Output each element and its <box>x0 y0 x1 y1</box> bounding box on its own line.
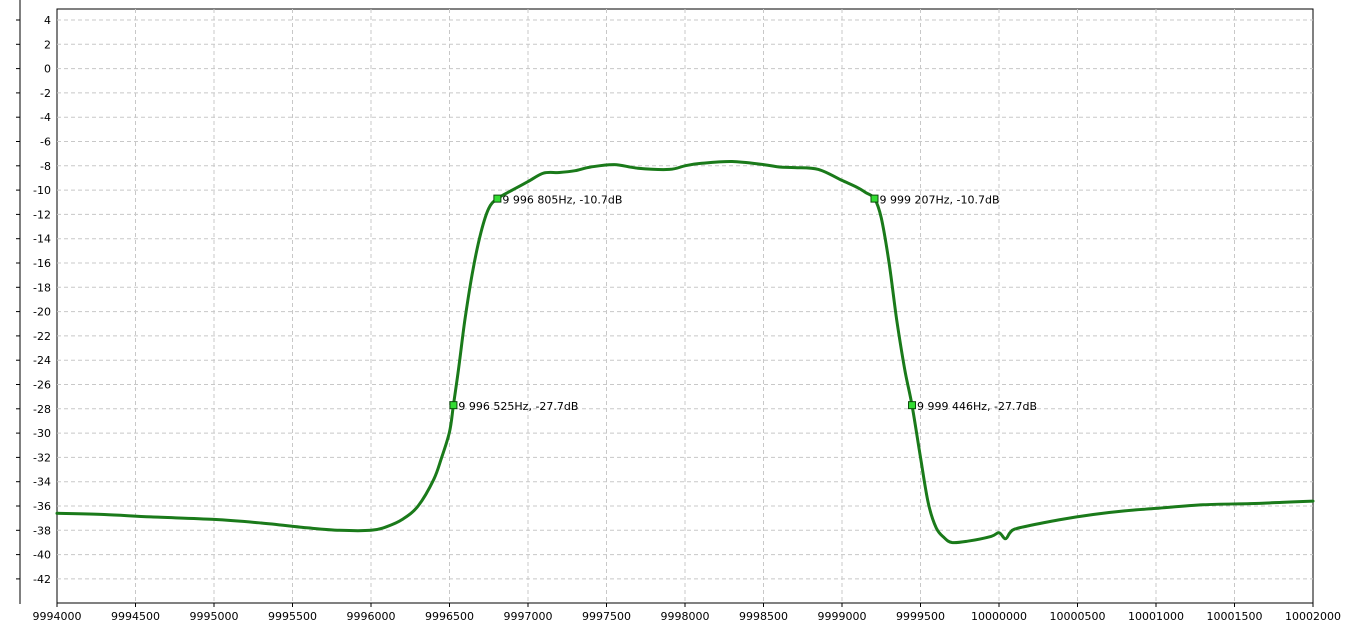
y-tick-label: -40 <box>33 549 51 562</box>
x-tick-label: 9997000 <box>504 610 553 623</box>
y-tick-label: 2 <box>44 38 51 51</box>
y-tick-label: -4 <box>40 111 51 124</box>
y-tick-label: -14 <box>33 233 51 246</box>
y-tick-label: -36 <box>33 500 51 513</box>
x-tick-label: 10001000 <box>1128 610 1184 623</box>
x-tick-label: 10001500 <box>1207 610 1263 623</box>
y-tick-label: 0 <box>44 63 51 76</box>
x-tick-label: 9999000 <box>818 610 867 623</box>
x-tick-label: 10000500 <box>1050 610 1106 623</box>
marker-point <box>493 194 502 203</box>
x-tick-label: 9994000 <box>33 610 82 623</box>
y-tick-label: -24 <box>33 354 51 367</box>
x-tick-label: 9996000 <box>347 610 396 623</box>
y-tick-label: -2 <box>40 87 51 100</box>
x-tick-label: 9994500 <box>111 610 160 623</box>
marker-point <box>908 401 917 410</box>
spectrum-chart: 4 2 0 -2 -4 -6 -8 -10 -12 -14 -16 -18 -20 -22 -24 -26 -2… <box>16 0 1341 623</box>
y-tick-label: -6 <box>40 136 51 149</box>
y-tick-label: -18 <box>33 281 51 294</box>
x-tick-label: 9996500 <box>425 610 474 623</box>
marker-label: 9 999 446Hz, -27.7dB <box>917 400 1037 413</box>
marker-label: 9 996 805Hz, -10.7dB <box>502 194 622 207</box>
x-tick-labels: 9994000 9994500 9995000 9995500 9996000 99965… <box>33 603 1341 623</box>
marker-point <box>449 401 458 410</box>
y-tick-label: -16 <box>33 257 51 270</box>
y-tick-label: -42 <box>33 573 51 586</box>
y-tick-labels: 4 2 0 -2 -4 -6 -8 -10 -12 -14 -16 -18 -20 -22 -24 -26 -2… <box>16 14 51 586</box>
y-tick-label: -30 <box>33 427 51 440</box>
x-tick-label: 10002000 <box>1285 610 1341 623</box>
y-tick-label: 4 <box>44 14 51 27</box>
y-tick-label: -10 <box>33 184 51 197</box>
markers: 9 996 805Hz, -10.7dB 9 996 525Hz, -27.7dB… <box>449 194 1037 413</box>
y-tick-label: -28 <box>33 403 51 416</box>
y-tick-label: -38 <box>33 524 51 537</box>
y-tick-label: -12 <box>33 208 51 221</box>
y-tick-label: -34 <box>33 476 51 489</box>
x-tick-label: 10000000 <box>971 610 1027 623</box>
y-tick-label: -22 <box>33 330 51 343</box>
y-tick-label: -20 <box>33 306 51 319</box>
y-tick-label: -8 <box>40 160 51 173</box>
x-tick-label: 9995000 <box>190 610 239 623</box>
x-tick-label: 9998000 <box>661 610 710 623</box>
marker-label: 9 999 207Hz, -10.7dB <box>879 194 999 207</box>
x-tick-label: 9995500 <box>268 610 317 623</box>
x-tick-label: 9998500 <box>739 610 788 623</box>
grid <box>57 9 1313 603</box>
marker-point <box>870 194 879 203</box>
y-tick-label: -32 <box>33 451 51 464</box>
x-tick-label: 9997500 <box>582 610 631 623</box>
x-tick-label: 9999500 <box>896 610 945 623</box>
marker-label: 9 996 525Hz, -27.7dB <box>458 400 578 413</box>
y-tick-label: -26 <box>33 379 51 392</box>
